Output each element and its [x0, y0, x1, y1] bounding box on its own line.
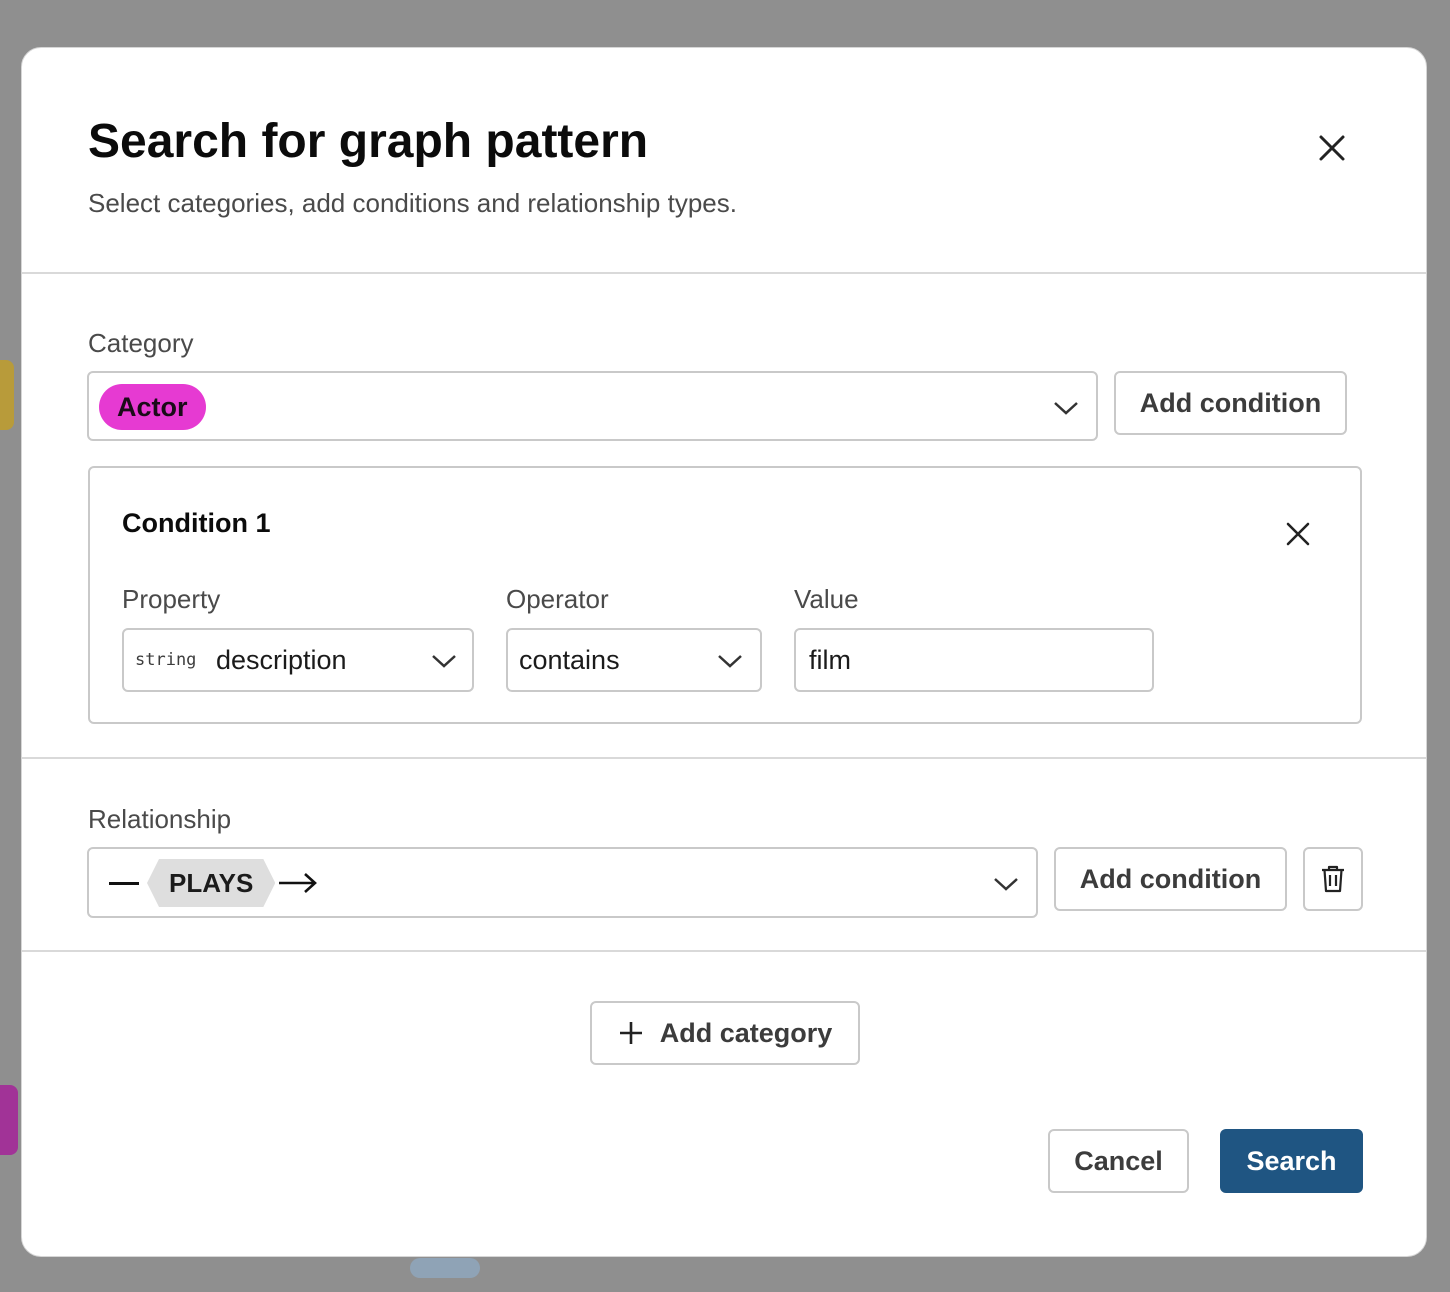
- relationship-add-condition-button[interactable]: Add condition: [1054, 847, 1287, 911]
- category-label: Category: [88, 328, 194, 358]
- property-label: Property: [122, 584, 221, 614]
- relationship-select[interactable]: PLAYS: [87, 847, 1038, 918]
- relationship-label: Relationship: [88, 804, 232, 834]
- chevron-down-icon: [424, 646, 464, 676]
- property-value: description: [216, 645, 347, 675]
- chevron-down-icon: [984, 869, 1028, 899]
- value-input[interactable]: film: [794, 628, 1154, 692]
- category-add-condition-label: Add condition: [1139, 387, 1322, 418]
- operator-select[interactable]: contains: [506, 628, 762, 692]
- plus-icon: [619, 1022, 642, 1044]
- add-category-label: Add category: [659, 1017, 833, 1048]
- cancel-label: Cancel: [1074, 1145, 1163, 1176]
- search-pattern-dialog: Search for graph pattern Select categori…: [21, 47, 1427, 1257]
- search-label: Search: [1246, 1145, 1337, 1176]
- search-button[interactable]: Search: [1220, 1129, 1363, 1193]
- section-divider: [22, 757, 1426, 759]
- arrow-right-icon: [277, 871, 319, 900]
- background-element: [0, 1085, 18, 1155]
- add-category-button[interactable]: Add category: [590, 1001, 860, 1065]
- trash-icon: [1322, 865, 1344, 893]
- section-divider: [22, 950, 1426, 952]
- category-chip-actor[interactable]: Actor: [99, 384, 206, 430]
- close-dialog-button[interactable]: [1310, 126, 1354, 170]
- operator-value: contains: [519, 645, 620, 675]
- close-icon: [1319, 135, 1345, 161]
- category-add-condition-button[interactable]: Add condition: [1114, 371, 1347, 435]
- dialog-subtitle: Select categories, add conditions and re…: [88, 188, 737, 218]
- category-chip-label: Actor: [117, 391, 188, 422]
- background-element: [0, 360, 14, 430]
- property-select[interactable]: string description: [122, 628, 474, 692]
- dialog-title: Search for graph pattern: [88, 115, 649, 168]
- relationship-type-chip[interactable]: PLAYS: [147, 859, 275, 907]
- property-type-tag: string: [135, 650, 197, 670]
- relationship-type-label: PLAYS: [169, 867, 254, 898]
- remove-condition-button[interactable]: [1276, 512, 1320, 556]
- background-element: [410, 1258, 480, 1278]
- chevron-down-icon: [710, 646, 750, 676]
- condition-title: Condition 1: [122, 508, 271, 538]
- close-icon: [1286, 522, 1310, 546]
- condition-card: Condition 1 Property Operator Value stri…: [88, 466, 1362, 724]
- relationship-add-condition-label: Add condition: [1079, 863, 1262, 894]
- cancel-button[interactable]: Cancel: [1048, 1129, 1189, 1193]
- relationship-line: [109, 882, 139, 885]
- value-label: Value: [794, 584, 859, 614]
- chevron-down-icon[interactable]: [1044, 393, 1088, 423]
- value-input-text: film: [809, 645, 851, 675]
- header-divider: [22, 272, 1426, 274]
- delete-relationship-button[interactable]: [1303, 847, 1363, 911]
- category-select[interactable]: Actor: [87, 371, 1098, 441]
- operator-label: Operator: [506, 584, 609, 614]
